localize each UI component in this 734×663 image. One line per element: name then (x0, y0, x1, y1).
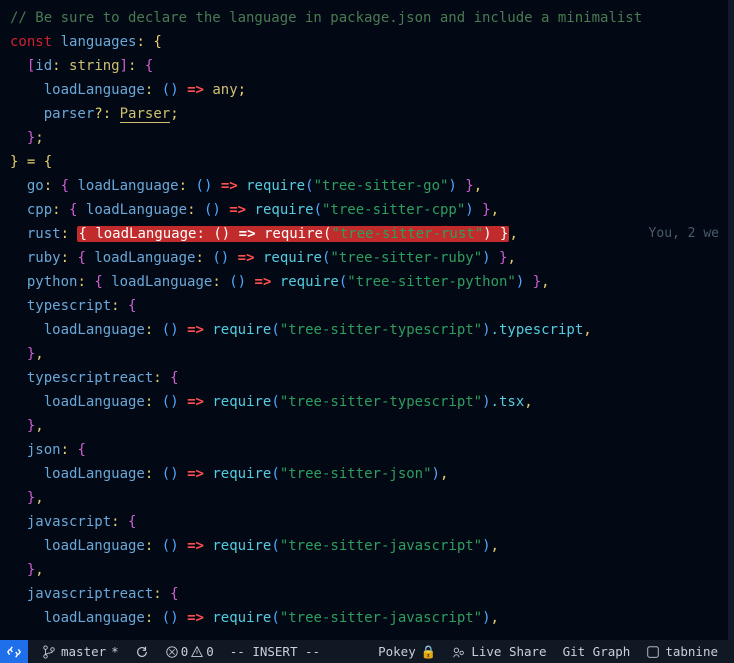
code-line: json: { (10, 438, 724, 462)
minimap[interactable] (728, 0, 734, 640)
git-branch-button[interactable]: master* (40, 644, 121, 659)
remote-indicator[interactable] (0, 640, 28, 663)
code-line: }; (10, 126, 724, 150)
user-account-button[interactable]: Pokey 🔒 (376, 644, 438, 660)
live-share-icon (452, 645, 466, 659)
error-icon (165, 645, 179, 659)
code-line: }, (10, 558, 724, 582)
tabnine-icon (646, 645, 660, 659)
code-line: javascript: { (10, 510, 724, 534)
code-line: ruby: { loadLanguage: () => require("tre… (10, 246, 724, 270)
code-line: const languages: { (10, 30, 724, 54)
problems-button[interactable]: 0 0 (163, 644, 216, 659)
code-line: loadLanguage: () => require("tree-sitter… (10, 606, 724, 630)
status-bar: master* 0 0 -- INSERT -- Pokey 🔒 Live Sh… (0, 640, 734, 663)
code-line: loadLanguage: () => any; (10, 78, 724, 102)
code-line: }, (10, 342, 724, 366)
status-left-group: master* 0 0 -- INSERT -- (0, 640, 322, 663)
live-share-button[interactable]: Live Share (450, 644, 548, 659)
code-line: // Be sure to declare the language in pa… (10, 6, 724, 30)
code-line: cpp: { loadLanguage: () => require("tree… (10, 198, 724, 222)
code-line: parser?: Parser; (10, 102, 724, 126)
branch-icon (42, 645, 56, 659)
code-line: loadLanguage: () => require("tree-sitter… (10, 534, 724, 558)
code-line: loadLanguage: () => require("tree-sitter… (10, 462, 724, 486)
code-line: }, (10, 414, 724, 438)
comment-text: // Be sure to declare the language in pa… (10, 10, 642, 26)
code-line: javascriptreact: { (10, 582, 724, 606)
git-graph-button[interactable]: Git Graph (561, 644, 633, 659)
tabnine-button[interactable]: tabnine (644, 644, 720, 659)
branch-name: master (61, 644, 106, 659)
code-line: [id: string]: { (10, 54, 724, 78)
code-editor[interactable]: // Be sure to declare the language in pa… (0, 0, 734, 640)
lock-icon: 🔒 (421, 644, 437, 660)
code-line: }, (10, 486, 724, 510)
code-line: loadLanguage: () => require("tree-sitter… (10, 390, 724, 414)
warning-icon (190, 645, 204, 659)
code-line: python: { loadLanguage: () => require("t… (10, 270, 724, 294)
highlighted-region: { loadLanguage: () => require("tree-sitt… (77, 226, 509, 242)
status-right-group: Pokey 🔒 Live Share Git Graph tabnine (376, 644, 734, 660)
code-line: typescriptreact: { (10, 366, 724, 390)
sync-button[interactable] (133, 645, 151, 659)
vim-mode-indicator: -- INSERT -- (228, 644, 322, 659)
code-line: } = { (10, 150, 724, 174)
remote-icon (7, 645, 21, 659)
code-line-highlighted: rust: { loadLanguage: () => require("tre… (10, 222, 724, 246)
code-line: loadLanguage: () => require("tree-sitter… (10, 318, 724, 342)
code-line: typescript: { (10, 294, 724, 318)
code-line: go: { loadLanguage: () => require("tree-… (10, 174, 724, 198)
sync-icon (135, 645, 149, 659)
git-blame-annotation: You, 2 we (649, 222, 719, 246)
